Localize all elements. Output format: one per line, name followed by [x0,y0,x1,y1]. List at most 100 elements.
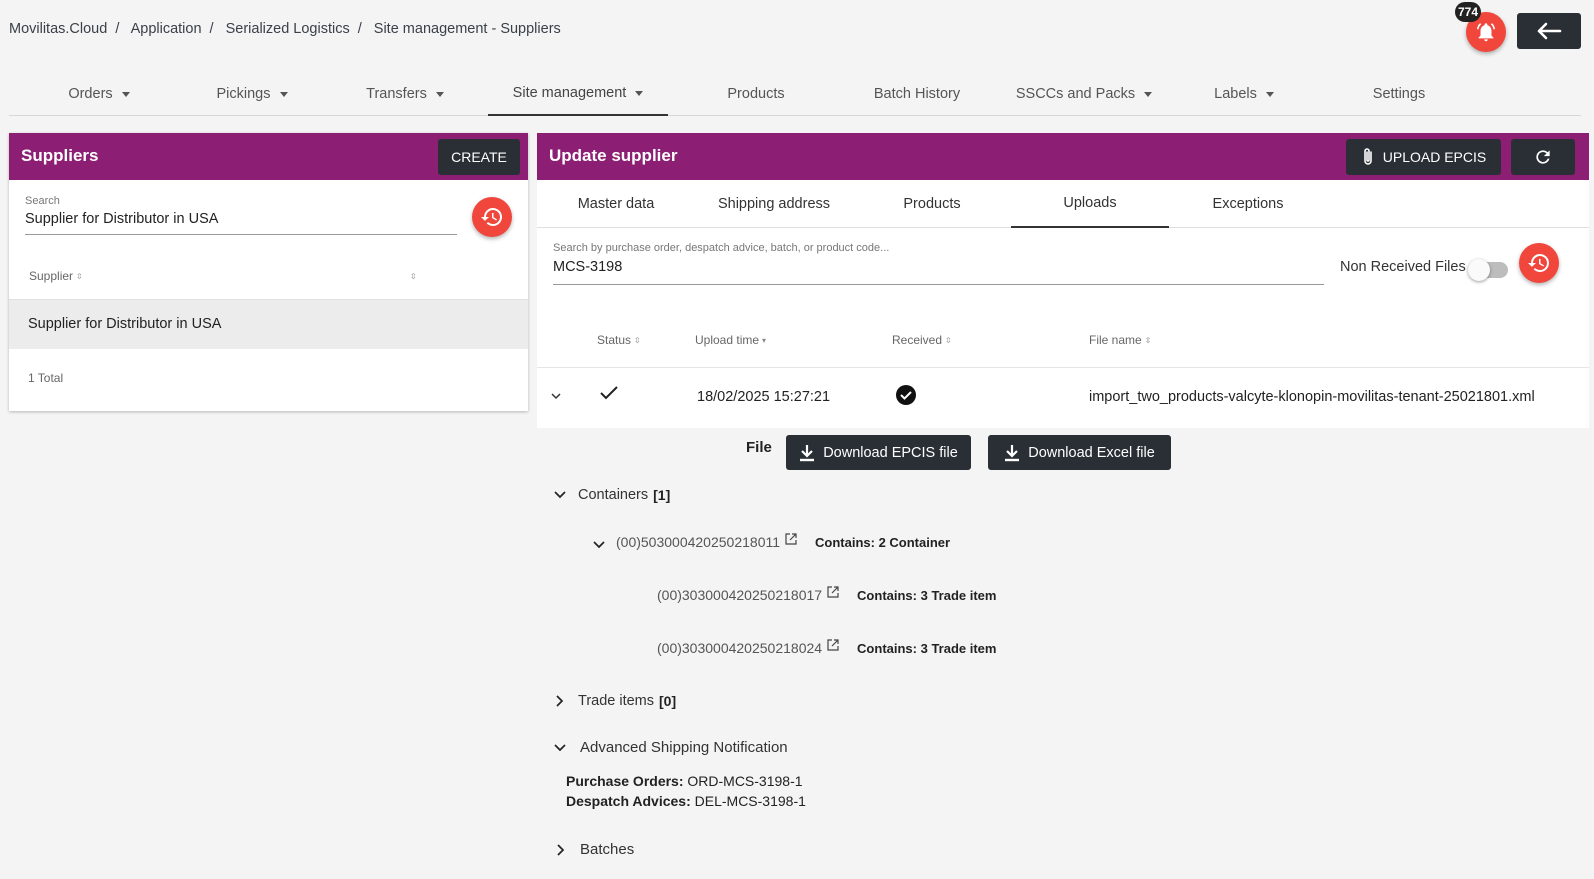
trade-items-toggle[interactable]: Trade items [0] [556,693,676,709]
main-nav: Orders Pickings Transfers Site managemen… [9,72,1581,116]
breadcrumb-item-application[interactable]: Application [131,21,202,37]
tab-uploads[interactable]: Uploads [1011,180,1169,228]
chevron-down-icon[interactable] [551,392,561,400]
tab-batch-history[interactable]: Batch History [857,72,977,116]
suppliers-title: Suppliers [21,146,99,165]
breadcrumb-item-movilitas[interactable]: Movilitas.Cloud [9,21,107,37]
check-circle-icon [896,385,916,405]
despatch-advices-value: DEL-MCS-3198-1 [694,793,806,809]
sort-desc-icon: ▾ [762,336,767,346]
download-epcis-button[interactable]: Download EPCIS file [786,435,971,470]
file-name-column-header[interactable]: File name ⇳ [1089,333,1151,347]
tab-ssccs-and-packs[interactable]: SSCCs and Packs [1009,72,1159,116]
status-column-header[interactable]: Status ⇳ [597,333,641,347]
child-container-row[interactable]: (00)303000420250218017 Contains: 3 Trade… [657,586,997,603]
batches-label: Batches [580,841,635,858]
reset-uploads-search-button[interactable] [1519,243,1559,283]
tab-master-data[interactable]: Master data [537,180,695,228]
child-container-contains: Contains: 3 Trade item [857,587,997,603]
download-excel-button[interactable]: Download Excel file [988,435,1171,470]
search-label: Search [25,195,60,207]
external-link-icon[interactable] [827,639,839,651]
child-container-id[interactable]: (00)303000420250218017 [657,587,822,603]
history-icon [481,208,502,226]
chevron-down-icon [554,743,566,751]
download-icon [1005,444,1020,461]
breadcrumb: Movilitas.Cloud / Application / Serialized… [9,21,561,37]
caret-down-icon [435,91,444,97]
upload-detail: File Download EPCIS file Download Excel … [537,428,1589,879]
refresh-button[interactable] [1511,139,1575,175]
supplier-column-header[interactable]: Supplier ⇳ [29,269,83,283]
paperclip-icon [1363,148,1372,165]
chevron-right-icon [557,843,565,856]
sort-icon: ⇳ [76,272,83,282]
check-icon [600,386,618,400]
uploads-search-label: Search by purchase order, despatch advic… [553,242,890,254]
despatch-advices-label: Despatch Advices: [566,793,691,809]
supplier-name: Supplier for Distributor in USA [28,316,222,332]
asn-toggle[interactable]: Advanced Shipping Notification [554,739,788,756]
uploads-search-input[interactable]: MCS-3198 [553,259,1324,285]
upload-time-value: 18/02/2025 15:27:21 [697,389,831,405]
non-received-files-toggle[interactable] [1468,259,1508,281]
asn-label: Advanced Shipping Notification [580,739,788,756]
sort-icon: ⇳ [634,336,641,346]
create-button[interactable]: CREATE [438,139,520,175]
total-count: 1 Total [28,371,64,385]
tab-settings[interactable]: Settings [1349,72,1449,116]
table-row[interactable]: Supplier for Distributor in USA [9,299,528,349]
tab-labels[interactable]: Labels [1199,72,1289,116]
trade-items-count: [0] [659,693,677,709]
container-id[interactable]: (00)503000420250218011 [616,534,780,550]
batches-toggle[interactable]: Batches [557,841,634,858]
tab-pickings[interactable]: Pickings [202,72,302,116]
purchase-orders-value: ORD-MCS-3198-1 [687,773,803,789]
child-container-contains: Contains: 3 Trade item [857,640,997,656]
sort-icon: ⇳ [945,336,952,346]
purchase-orders-label: Purchase Orders: [566,773,684,789]
reset-search-button[interactable] [472,197,512,237]
bell-icon [1476,23,1496,42]
suppliers-panel: Suppliers CREATE Search Supplier for Dis… [9,133,528,411]
file-label: File [746,439,772,456]
received-column-header[interactable]: Received ⇳ [892,333,952,347]
breadcrumb-item-serialized-logistics[interactable]: Serialized Logistics [226,21,350,37]
upload-time-column-header[interactable]: Upload time ▾ [695,333,766,347]
notification-count-badge: 774 [1455,2,1482,22]
caret-down-icon [1144,91,1153,97]
tab-site-management[interactable]: Site management [488,72,668,116]
child-container-row[interactable]: (00)303000420250218024 Contains: 3 Trade… [657,639,997,656]
despatch-advices-row: Despatch Advices: DEL-MCS-3198-1 [566,793,806,809]
non-received-files-label: Non Received Files [1340,259,1466,275]
supplier-search-input[interactable]: Supplier for Distributor in USA [25,211,457,235]
download-icon [800,444,815,461]
chevron-down-icon [554,491,566,499]
child-container-id[interactable]: (00)303000420250218024 [657,640,822,656]
container-row[interactable]: (00)503000420250218011 Contains: 2 Conta… [593,533,950,550]
suppliers-panel-header: Suppliers CREATE [9,133,528,180]
history-icon [1528,254,1549,272]
caret-down-icon [635,90,644,96]
caret-down-icon [121,91,130,97]
file-name-value: import_two_products-valcyte-klonopin-mov… [1089,389,1535,405]
back-button[interactable] [1517,13,1581,49]
update-supplier-title: Update supplier [549,146,678,165]
tab-shipping-address[interactable]: Shipping address [695,180,853,228]
external-link-icon[interactable] [827,586,839,598]
tab-exceptions[interactable]: Exceptions [1169,180,1327,228]
chevron-right-icon [556,695,564,707]
containers-toggle[interactable]: Containers [1] [554,487,670,503]
supplier-tabs: Master data Shipping address Products Up… [537,180,1589,228]
tab-transfers[interactable]: Transfers [355,72,455,116]
external-link-icon[interactable] [785,533,797,545]
table-row[interactable]: 18/02/2025 15:27:21 import_two_products-… [537,367,1589,428]
upload-epcis-button[interactable]: UPLOAD EPCIS [1346,139,1501,175]
refresh-icon [1536,150,1550,164]
tab-products-sub[interactable]: Products [853,180,1011,228]
update-supplier-header: Update supplier UPLOAD EPCIS [537,133,1589,180]
sort-icon[interactable]: ⇳ [407,269,417,283]
tab-products[interactable]: Products [706,72,806,116]
tab-orders[interactable]: Orders [49,72,149,116]
arrow-left-icon [1537,22,1562,40]
